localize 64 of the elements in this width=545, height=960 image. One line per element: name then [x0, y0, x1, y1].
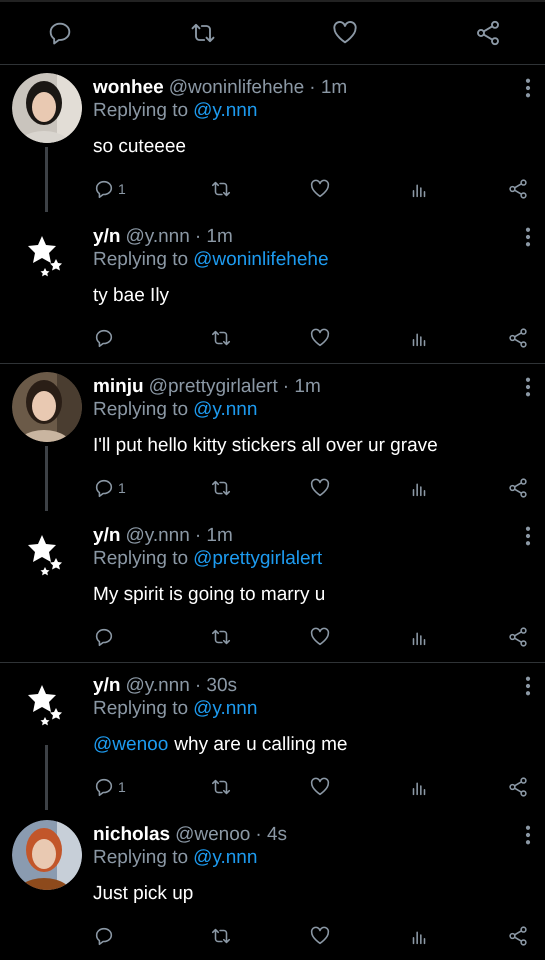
tweet-time: · 1m — [194, 226, 233, 248]
mention-link[interactable]: @y.nnn — [193, 399, 258, 421]
tweet-time: · 1m — [194, 525, 233, 547]
tweet-time: · 1m — [282, 376, 321, 398]
share-icon[interactable] — [507, 925, 529, 947]
heart-icon[interactable] — [309, 776, 331, 798]
replying-label: Replying to — [93, 399, 188, 421]
share-icon[interactable] — [507, 776, 529, 798]
replying-label: Replying to — [93, 100, 188, 122]
heart-icon[interactable] — [309, 626, 331, 648]
user-handle: @prettygirlalert — [148, 376, 278, 398]
user-name[interactable]: y/n — [93, 675, 120, 697]
comment-icon[interactable] — [93, 178, 115, 200]
tweet-text: My spirit is going to marry u — [93, 584, 326, 606]
comment-icon[interactable] — [93, 925, 115, 947]
more-options-icon[interactable] — [525, 227, 531, 247]
replying-label: Replying to — [93, 249, 188, 271]
tweet-time: · 1m — [309, 77, 348, 99]
mention-link[interactable]: @y.nnn — [193, 100, 258, 122]
more-options-icon[interactable] — [525, 526, 531, 546]
mention-link[interactable]: @prettygirlalert — [193, 548, 322, 570]
comment-icon[interactable] — [93, 327, 115, 349]
comment-icon[interactable] — [93, 477, 115, 499]
share-icon[interactable] — [507, 626, 529, 648]
tweet-time: · 4s — [255, 824, 288, 846]
user-name[interactable]: y/n — [93, 226, 120, 248]
replying-label: Replying to — [93, 847, 188, 869]
user-handle: @wenoo — [175, 824, 250, 846]
heart-icon[interactable] — [309, 327, 331, 349]
comment-icon[interactable] — [93, 776, 115, 798]
user-name[interactable]: nicholas — [93, 824, 170, 846]
more-options-icon[interactable] — [525, 377, 531, 397]
mention-link[interactable]: @y.nnn — [193, 698, 258, 720]
reply-count: 1 — [118, 181, 126, 197]
share-icon[interactable] — [507, 327, 529, 349]
tweet-text: so cuteeee — [93, 136, 186, 158]
share-icon[interactable] — [507, 477, 529, 499]
tweet-text: I'll put hello kitty stickers all over ur grave — [93, 435, 438, 457]
tweet-text: Just pick up — [93, 883, 194, 905]
heart-icon[interactable] — [309, 178, 331, 200]
comment-icon[interactable] — [93, 626, 115, 648]
more-options-icon[interactable] — [525, 676, 531, 696]
tweet-time: · 30s — [194, 675, 238, 697]
user-handle: @y.nnn — [125, 226, 190, 248]
user-handle: @y.nnn — [125, 525, 190, 547]
user-name[interactable]: minju — [93, 376, 144, 398]
tweet-text: why are u calling me — [174, 734, 348, 756]
heart-icon[interactable] — [309, 477, 331, 499]
reply-count: 1 — [118, 779, 126, 795]
replying-label: Replying to — [93, 548, 188, 570]
mention-link[interactable]: @woninlifehehe — [193, 249, 329, 271]
heart-icon[interactable] — [309, 925, 331, 947]
replying-label: Replying to — [93, 698, 188, 720]
tweet-text: ty bae Ily — [93, 285, 170, 307]
more-options-icon[interactable] — [525, 78, 531, 98]
reply-count: 1 — [118, 480, 126, 496]
more-options-icon[interactable] — [525, 825, 531, 845]
user-name[interactable]: y/n — [93, 525, 120, 547]
user-name[interactable]: wonhee — [93, 77, 164, 99]
user-handle: @woninlifehehe — [168, 77, 304, 99]
user-handle: @y.nnn — [125, 675, 190, 697]
mention-link[interactable]: @wenoo — [93, 734, 168, 756]
mention-link[interactable]: @y.nnn — [193, 847, 258, 869]
share-icon[interactable] — [507, 178, 529, 200]
